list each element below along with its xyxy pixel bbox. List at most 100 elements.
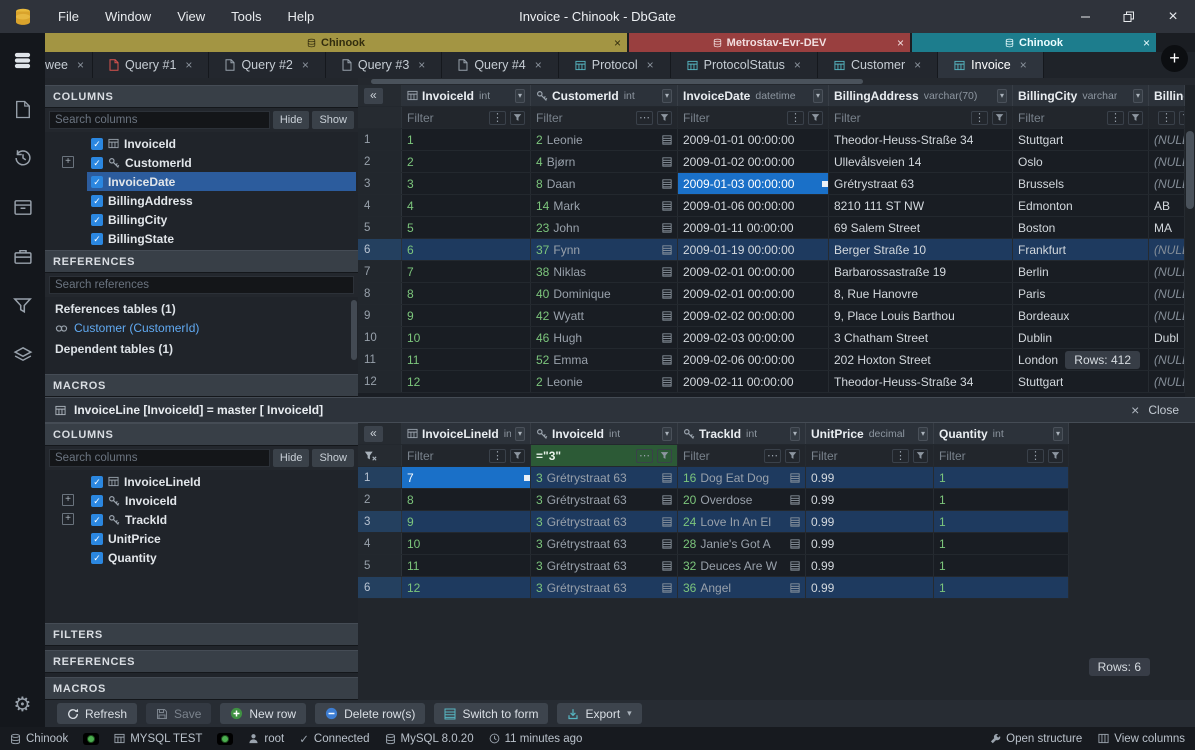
column-item-invoiceid[interactable]: +✓InvoiceId bbox=[45, 491, 358, 510]
open-reference-icon[interactable] bbox=[662, 201, 672, 211]
data-cell[interactable]: 0.99 bbox=[806, 555, 934, 576]
tab-query-3[interactable]: Query #3× bbox=[326, 52, 442, 78]
filter-menu-icon[interactable]: ⋮ bbox=[1158, 111, 1175, 125]
data-cell[interactable]: (NULL) bbox=[1149, 371, 1185, 392]
data-cell[interactable]: Stuttgart bbox=[1013, 129, 1149, 150]
data-cell[interactable]: 40Dominique bbox=[531, 283, 678, 304]
clear-filters-icon[interactable] bbox=[364, 450, 377, 461]
close-tab-icon[interactable]: × bbox=[1020, 58, 1027, 72]
data-cell[interactable]: 2009-01-03 00:00:00 bbox=[678, 173, 829, 194]
chevron-down-icon[interactable]: ▾ bbox=[790, 427, 800, 441]
data-cell[interactable]: Theodor-Heuss-Straße 34 bbox=[829, 371, 1013, 392]
data-cell[interactable]: 7 bbox=[402, 261, 531, 282]
filter-input-invoiceid[interactable]: Filter⋮ bbox=[402, 107, 531, 128]
tab-protocol[interactable]: Protocol× bbox=[559, 52, 671, 78]
database-connections-icon[interactable] bbox=[12, 49, 34, 71]
chevron-down-icon[interactable]: ▾ bbox=[1053, 427, 1063, 441]
status-chinook[interactable]: Chinook bbox=[10, 733, 68, 745]
references-section-header[interactable]: REFERENCES bbox=[45, 250, 358, 273]
row-number[interactable]: 4 bbox=[358, 195, 402, 216]
filter-funnel-icon[interactable] bbox=[657, 111, 672, 125]
columns-section-header[interactable]: COLUMNS bbox=[45, 85, 358, 108]
menu-file[interactable]: File bbox=[45, 3, 92, 30]
filter-input-billingcity[interactable]: Filter⋮ bbox=[1013, 107, 1149, 128]
data-cell[interactable]: 1 bbox=[934, 577, 1069, 598]
column-header-unitprice[interactable]: UnitPricedecimal▾ bbox=[806, 423, 934, 444]
search-references-input[interactable] bbox=[49, 276, 354, 294]
data-cell[interactable]: 0.99 bbox=[806, 511, 934, 532]
data-cell[interactable]: 42Wyatt bbox=[531, 305, 678, 326]
data-cell[interactable]: 7 bbox=[402, 467, 531, 488]
data-cell[interactable]: (NULL) bbox=[1149, 151, 1185, 172]
filter-menu-icon[interactable]: ⋮ bbox=[489, 111, 506, 125]
macros-section-header[interactable]: MACROS bbox=[45, 374, 358, 397]
data-cell[interactable]: 1 bbox=[934, 467, 1069, 488]
chevron-down-icon[interactable]: ▾ bbox=[515, 89, 525, 103]
data-cell[interactable]: 2009-02-11 00:00:00 bbox=[678, 371, 829, 392]
row-number[interactable]: 6 bbox=[358, 239, 402, 260]
close-tab-group-icon[interactable]: × bbox=[1143, 36, 1150, 50]
data-cell[interactable]: 3Grétrystraat 63 bbox=[531, 577, 678, 598]
checkbox-checked-icon[interactable]: ✓ bbox=[91, 157, 103, 169]
open-reference-icon[interactable] bbox=[662, 157, 672, 167]
close-tab-icon[interactable]: × bbox=[794, 58, 801, 72]
column-item-billingcity[interactable]: ✓BillingCity bbox=[45, 210, 358, 229]
column-header-invoicelineid[interactable]: InvoiceLineIdint▾ bbox=[402, 423, 531, 444]
horizontal-scrollbar[interactable] bbox=[358, 78, 1195, 85]
status-view-columns[interactable]: View columns bbox=[1098, 733, 1185, 745]
data-cell[interactable]: 2009-01-02 00:00:00 bbox=[678, 151, 829, 172]
column-item-customerid[interactable]: +✓CustomerId bbox=[45, 153, 358, 172]
hide-button[interactable]: Hide bbox=[273, 449, 310, 467]
checkbox-checked-icon[interactable]: ✓ bbox=[91, 552, 103, 564]
filter-funnel-icon[interactable] bbox=[785, 449, 800, 463]
data-cell[interactable]: 0.99 bbox=[806, 533, 934, 554]
row-number[interactable]: 3 bbox=[358, 173, 402, 194]
open-reference-icon[interactable] bbox=[662, 561, 672, 571]
data-cell[interactable]: (NULL) bbox=[1149, 239, 1185, 260]
tab-group-chinook[interactable]: Chinook× bbox=[45, 33, 627, 52]
data-cell[interactable]: Brussels bbox=[1013, 173, 1149, 194]
filters-section-header[interactable]: FILTERS bbox=[45, 623, 358, 646]
data-cell[interactable]: 3 Chatham Street bbox=[829, 327, 1013, 348]
column-header-customerid[interactable]: CustomerIdint▾ bbox=[531, 85, 678, 106]
data-cell[interactable]: 12 bbox=[402, 577, 531, 598]
column-header-quantity[interactable]: Quantityint▾ bbox=[934, 423, 1069, 444]
row-number[interactable]: 7 bbox=[358, 261, 402, 282]
vertical-scrollbar-thumb[interactable] bbox=[1186, 131, 1194, 209]
data-cell[interactable]: 1 bbox=[934, 555, 1069, 576]
column-item-invoicelineid[interactable]: ✓InvoiceLineId bbox=[45, 472, 358, 491]
data-cell[interactable]: 3 bbox=[402, 173, 531, 194]
status-connected[interactable]: ✓Connected bbox=[299, 732, 369, 746]
data-cell[interactable]: 38Niklas bbox=[531, 261, 678, 282]
data-cell[interactable]: 1 bbox=[934, 511, 1069, 532]
filter-menu-icon[interactable]: ⋮ bbox=[892, 449, 909, 463]
status-mysql-test[interactable]: MYSQL TEST bbox=[114, 733, 202, 745]
data-cell[interactable]: 0.99 bbox=[806, 467, 934, 488]
vertical-scrollbar[interactable] bbox=[1185, 85, 1195, 397]
data-cell[interactable]: 4 bbox=[402, 195, 531, 216]
data-cell[interactable]: 10 bbox=[402, 327, 531, 348]
filter-input-quantity[interactable]: Filter⋮ bbox=[934, 445, 1069, 466]
filter-menu-icon[interactable]: ⋮ bbox=[787, 111, 804, 125]
filter-menu-icon[interactable]: ⋮ bbox=[1107, 111, 1124, 125]
open-reference-icon[interactable] bbox=[662, 539, 672, 549]
menu-view[interactable]: View bbox=[164, 3, 218, 30]
checkbox-checked-icon[interactable]: ✓ bbox=[91, 233, 103, 245]
settings-gear-icon[interactable]: ⚙ bbox=[14, 692, 32, 717]
open-reference-icon[interactable] bbox=[662, 333, 672, 343]
horizontal-scrollbar-thumb[interactable] bbox=[371, 79, 863, 84]
column-header-billingstate[interactable]: BillingStatevarchar▾ bbox=[1149, 85, 1185, 106]
filter-menu-icon[interactable]: ⋯ bbox=[636, 449, 653, 463]
data-cell[interactable]: 2009-02-06 00:00:00 bbox=[678, 349, 829, 370]
tab-wee[interactable]: wee× bbox=[45, 52, 93, 78]
data-cell[interactable]: Frankfurt bbox=[1013, 239, 1149, 260]
filter-funnel-icon[interactable] bbox=[913, 449, 928, 463]
plugins-icon[interactable] bbox=[12, 245, 34, 267]
checkbox-checked-icon[interactable]: ✓ bbox=[91, 476, 103, 488]
history-icon[interactable] bbox=[12, 147, 34, 169]
data-cell[interactable]: 8Daan bbox=[531, 173, 678, 194]
data-cell[interactable]: Grétrystraat 63 bbox=[829, 173, 1013, 194]
column-item-billingaddress[interactable]: ✓BillingAddress bbox=[45, 191, 358, 210]
close-button[interactable]: × bbox=[1151, 0, 1195, 33]
row-number[interactable]: 3 bbox=[358, 511, 402, 532]
